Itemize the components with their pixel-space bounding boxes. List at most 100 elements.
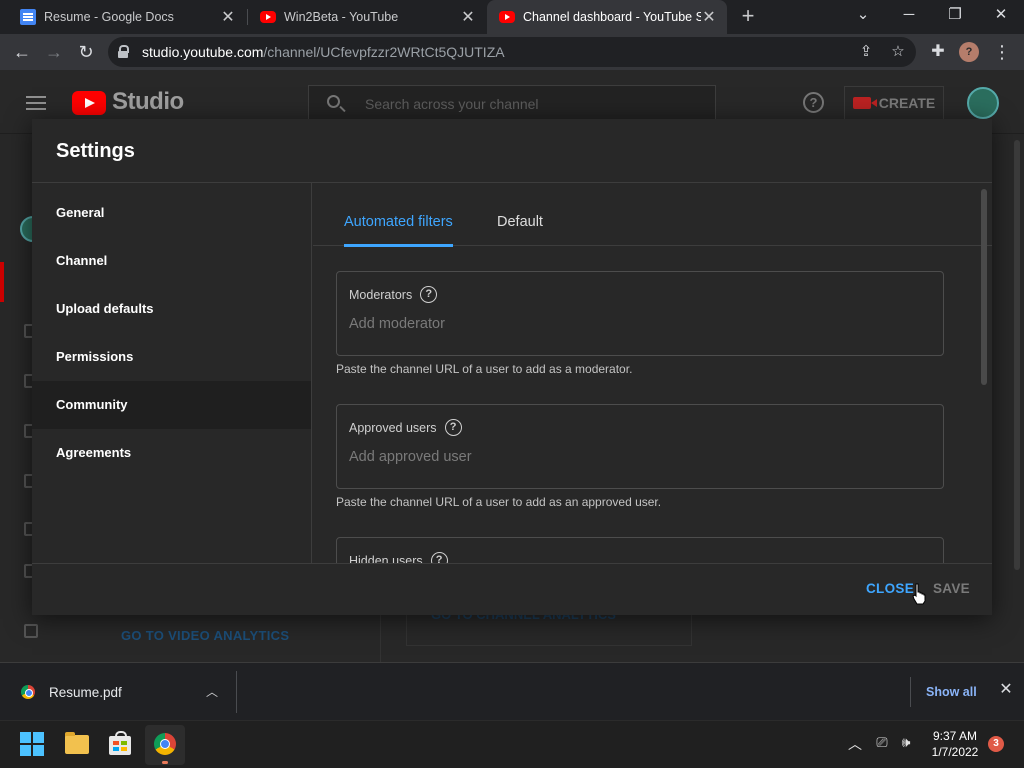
help-icon[interactable]: ? bbox=[803, 92, 824, 113]
tray-chevron-up-icon[interactable]: ︿ bbox=[847, 734, 863, 752]
dialog-header: Settings bbox=[32, 119, 992, 183]
community-tabs: Automated filters Default bbox=[313, 183, 992, 247]
moderators-label-text: Moderators bbox=[349, 287, 413, 302]
download-separator bbox=[236, 671, 237, 713]
browser-tab-youtube-studio[interactable]: Channel dashboard - YouTube Studio ✕ bbox=[487, 0, 727, 34]
browser-tab-google-docs[interactable]: Resume - Google Docs ✕ bbox=[8, 0, 246, 34]
create-label: CREATE bbox=[878, 95, 936, 111]
studio-logo-text: Studio bbox=[112, 88, 184, 115]
nav-item-general[interactable]: General bbox=[32, 189, 311, 237]
hidden-users-label: Hidden users ? bbox=[349, 552, 448, 563]
chrome-pdf-icon bbox=[21, 685, 35, 699]
url-host: studio.youtube.com bbox=[142, 44, 264, 60]
download-bar: Resume.pdf ︿ Show all ✕ bbox=[0, 662, 1024, 720]
create-button[interactable]: CREATE bbox=[844, 86, 944, 120]
lock-icon bbox=[118, 45, 129, 58]
settings-scrollbar-thumb[interactable] bbox=[981, 189, 987, 385]
browser-menu-icon[interactable]: ⋮ bbox=[988, 38, 1016, 66]
clock-date: 1/7/2022 bbox=[931, 745, 979, 759]
menu-hamburger-icon[interactable] bbox=[26, 96, 46, 110]
close-window-icon[interactable]: ✕ bbox=[978, 0, 1024, 34]
moderators-input[interactable] bbox=[349, 312, 929, 336]
save-button[interactable]: SAVE bbox=[933, 581, 970, 596]
tab-automated-filters[interactable]: Automated filters bbox=[344, 183, 453, 247]
approved-users-input[interactable] bbox=[349, 445, 929, 469]
share-icon[interactable]: ⇪ bbox=[857, 43, 875, 61]
nav-item-permissions[interactable]: Permissions bbox=[32, 333, 311, 381]
reload-icon[interactable]: ↻ bbox=[72, 38, 100, 66]
clock-time: 9:37 AM bbox=[932, 729, 978, 743]
close-tab-icon[interactable]: ✕ bbox=[460, 7, 476, 27]
back-icon[interactable]: ← bbox=[8, 38, 36, 66]
close-tab-icon[interactable]: ✕ bbox=[220, 7, 236, 27]
browser-toolbar: ← → ↻ studio.youtube.com/channel/UCfevpf… bbox=[0, 34, 1024, 70]
nav-item-agreements[interactable]: Agreements bbox=[32, 429, 311, 477]
windows-start-icon[interactable] bbox=[20, 732, 44, 756]
moderators-label: Moderators ? bbox=[349, 286, 438, 303]
channel-avatar[interactable] bbox=[967, 87, 999, 119]
close-button[interactable]: CLOSE bbox=[866, 581, 914, 596]
feedback-icon[interactable] bbox=[24, 624, 38, 638]
minimize-icon[interactable]: ─ bbox=[886, 0, 932, 34]
hand-cursor-icon bbox=[912, 583, 926, 605]
close-download-bar-icon[interactable]: ✕ bbox=[997, 681, 1015, 699]
notification-badge[interactable]: 3 bbox=[988, 736, 1004, 752]
approved-users-label-text: Approved users bbox=[349, 420, 437, 435]
chrome-icon[interactable] bbox=[154, 733, 176, 755]
chevron-up-icon[interactable]: ︿ bbox=[205, 683, 219, 699]
nav-item-upload-defaults[interactable]: Upload defaults bbox=[32, 285, 311, 333]
microsoft-store-icon[interactable] bbox=[109, 731, 131, 755]
download-file-name[interactable]: Resume.pdf bbox=[49, 685, 122, 700]
search-placeholder: Search across your channel bbox=[365, 96, 539, 112]
approved-users-help-text: Paste the channel URL of a user to add a… bbox=[336, 495, 662, 509]
nav-item-community[interactable]: Community bbox=[32, 381, 311, 429]
go-to-video-analytics-link[interactable]: GO TO VIDEO ANALYTICS bbox=[121, 628, 289, 643]
close-tab-icon[interactable]: ✕ bbox=[701, 7, 717, 27]
tab-title: Channel dashboard - YouTube Studio bbox=[523, 10, 701, 24]
dialog-footer: CLOSE SAVE bbox=[32, 563, 992, 615]
volume-icon[interactable]: 🕪 bbox=[897, 734, 915, 752]
settings-content: Automated filters Default Moderators ? P… bbox=[313, 183, 992, 563]
nav-item-channel[interactable]: Channel bbox=[32, 237, 311, 285]
restore-icon[interactable]: ❐ bbox=[932, 0, 978, 34]
browser-tab-strip: Resume - Google Docs ✕ Win2Beta - YouTub… bbox=[0, 0, 1024, 34]
new-tab-icon[interactable]: + bbox=[737, 5, 759, 29]
url-path: /channel/UCfevpfzzr2WRtCt5QJUTIZA bbox=[263, 44, 505, 60]
address-bar[interactable]: studio.youtube.com/channel/UCfevpfzzr2WR… bbox=[108, 37, 916, 67]
tab-title: Win2Beta - YouTube bbox=[284, 10, 399, 24]
download-separator bbox=[910, 677, 911, 707]
approved-users-label: Approved users ? bbox=[349, 419, 462, 436]
settings-nav: General Channel Upload defaults Permissi… bbox=[32, 183, 312, 563]
network-icon[interactable]: ⎚ bbox=[873, 734, 891, 752]
page-scrollbar[interactable] bbox=[1014, 140, 1020, 570]
youtube-icon bbox=[499, 11, 515, 23]
tab-search-icon[interactable]: ⌄ bbox=[840, 0, 886, 34]
hidden-users-label-text: Hidden users bbox=[349, 553, 423, 564]
settings-dialog: Settings General Channel Upload defaults… bbox=[32, 119, 992, 615]
extensions-puzzle-icon[interactable]: ✚ bbox=[924, 38, 952, 66]
studio-search-box[interactable]: Search across your channel bbox=[308, 85, 716, 121]
youtube-logo-icon[interactable] bbox=[72, 91, 106, 115]
search-icon bbox=[327, 95, 340, 108]
moderators-field[interactable]: Moderators ? bbox=[336, 271, 944, 356]
hidden-users-field[interactable]: Hidden users ? bbox=[336, 537, 944, 563]
show-all-button[interactable]: Show all bbox=[926, 685, 977, 699]
tab-title: Resume - Google Docs bbox=[44, 10, 174, 24]
profile-avatar[interactable]: ? bbox=[959, 42, 979, 62]
help-question-icon[interactable]: ? bbox=[444, 419, 462, 436]
forward-icon[interactable]: → bbox=[40, 38, 68, 66]
card-divider bbox=[380, 610, 381, 662]
browser-tab-youtube[interactable]: Win2Beta - YouTube ✕ bbox=[248, 0, 486, 34]
help-question-icon[interactable]: ? bbox=[420, 286, 438, 303]
bookmark-star-icon[interactable]: ☆ bbox=[889, 43, 907, 61]
tab-default[interactable]: Default bbox=[497, 183, 543, 246]
google-docs-icon bbox=[20, 9, 36, 25]
approved-users-field[interactable]: Approved users ? bbox=[336, 404, 944, 489]
help-question-icon[interactable]: ? bbox=[430, 552, 448, 563]
moderators-help-text: Paste the channel URL of a user to add a… bbox=[336, 362, 633, 376]
url-text[interactable]: studio.youtube.com/channel/UCfevpfzzr2WR… bbox=[142, 44, 505, 60]
taskbar-clock[interactable]: 9:37 AM 1/7/2022 bbox=[920, 728, 990, 760]
video-camera-icon bbox=[852, 97, 877, 109]
dialog-title: Settings bbox=[56, 140, 135, 162]
file-explorer-icon[interactable] bbox=[65, 732, 89, 754]
